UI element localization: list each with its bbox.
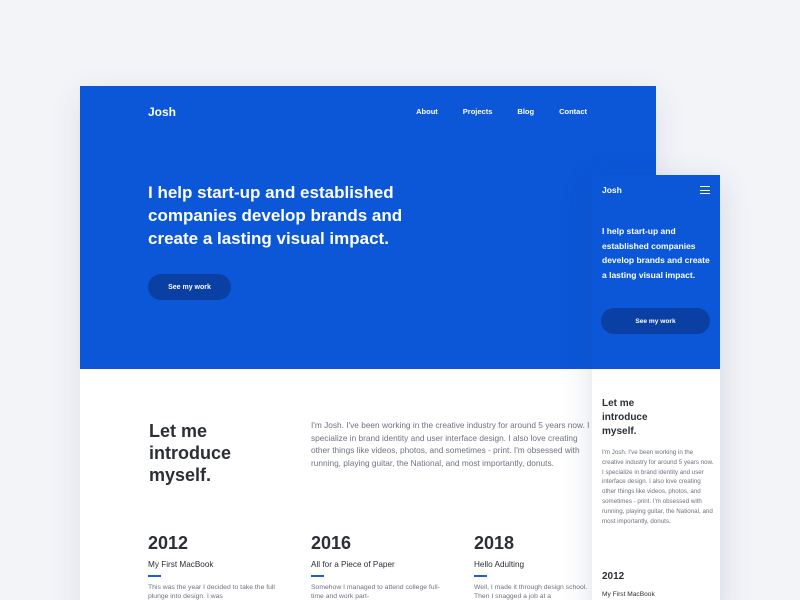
desktop-intro-text: I'm Josh. I've been working in the creat…: [311, 420, 590, 468]
mobile-logo[interactable]: Josh: [602, 185, 622, 195]
nav-link-blog[interactable]: Blog: [517, 107, 534, 116]
mobile-timeline-title: My First MacBook: [602, 591, 655, 598]
nav-link-contact[interactable]: Contact: [559, 107, 587, 116]
hamburger-menu-icon[interactable]: [700, 186, 710, 194]
timeline-item: 2012 My First MacBook This was the year …: [148, 533, 278, 600]
timeline-text: Well, I made it through design school. T…: [474, 584, 588, 600]
timeline-accent-bar: [311, 575, 324, 577]
mobile-intro-title: Let me introduce myself.: [602, 398, 648, 437]
desktop-nav: About Projects Blog Contact: [416, 107, 587, 116]
timeline-year: 2012: [148, 533, 189, 553]
mobile-intro-text: I'm Josh. I've been working in the creat…: [602, 449, 714, 525]
desktop-intro-title: Let me introduce myself.: [149, 421, 232, 485]
timeline-accent-bar: [148, 575, 161, 577]
desktop-hero-headline: I help start-up and established companie…: [148, 183, 403, 248]
mobile-timeline-year: 2012: [602, 571, 625, 582]
desktop-logo[interactable]: Josh: [148, 105, 176, 119]
timeline-text: This was the year I decided to take the …: [148, 584, 275, 600]
timeline-item: 2018 Hello Adulting Well, I made it thro…: [474, 533, 604, 600]
timeline-accent-bar: [474, 575, 487, 577]
nav-link-projects[interactable]: Projects: [463, 107, 493, 116]
mobile-hero-headline: I help start-up and established companie…: [602, 226, 710, 280]
timeline-year: 2018: [474, 533, 515, 553]
nav-link-about[interactable]: About: [416, 107, 438, 116]
timeline-text: Somehow I managed to attend college full…: [311, 584, 440, 600]
desktop-see-my-work-button[interactable]: See my work: [148, 274, 231, 300]
timeline-item: 2016 All for a Piece of Paper Somehow I …: [311, 533, 441, 600]
desktop-hero: Josh About Projects Blog Contact I help …: [80, 86, 656, 369]
mobile-hero: Josh I help start-up and established com…: [592, 175, 720, 369]
mobile-see-my-work-button[interactable]: See my work: [601, 308, 710, 334]
mobile-mockup: Josh I help start-up and established com…: [592, 175, 720, 600]
timeline-year: 2016: [311, 533, 352, 553]
timeline-title: Hello Adulting: [474, 560, 525, 569]
desktop-mockup: Josh About Projects Blog Contact I help …: [80, 86, 656, 600]
timeline-title: All for a Piece of Paper: [311, 560, 395, 569]
timeline-title: My First MacBook: [148, 560, 214, 569]
